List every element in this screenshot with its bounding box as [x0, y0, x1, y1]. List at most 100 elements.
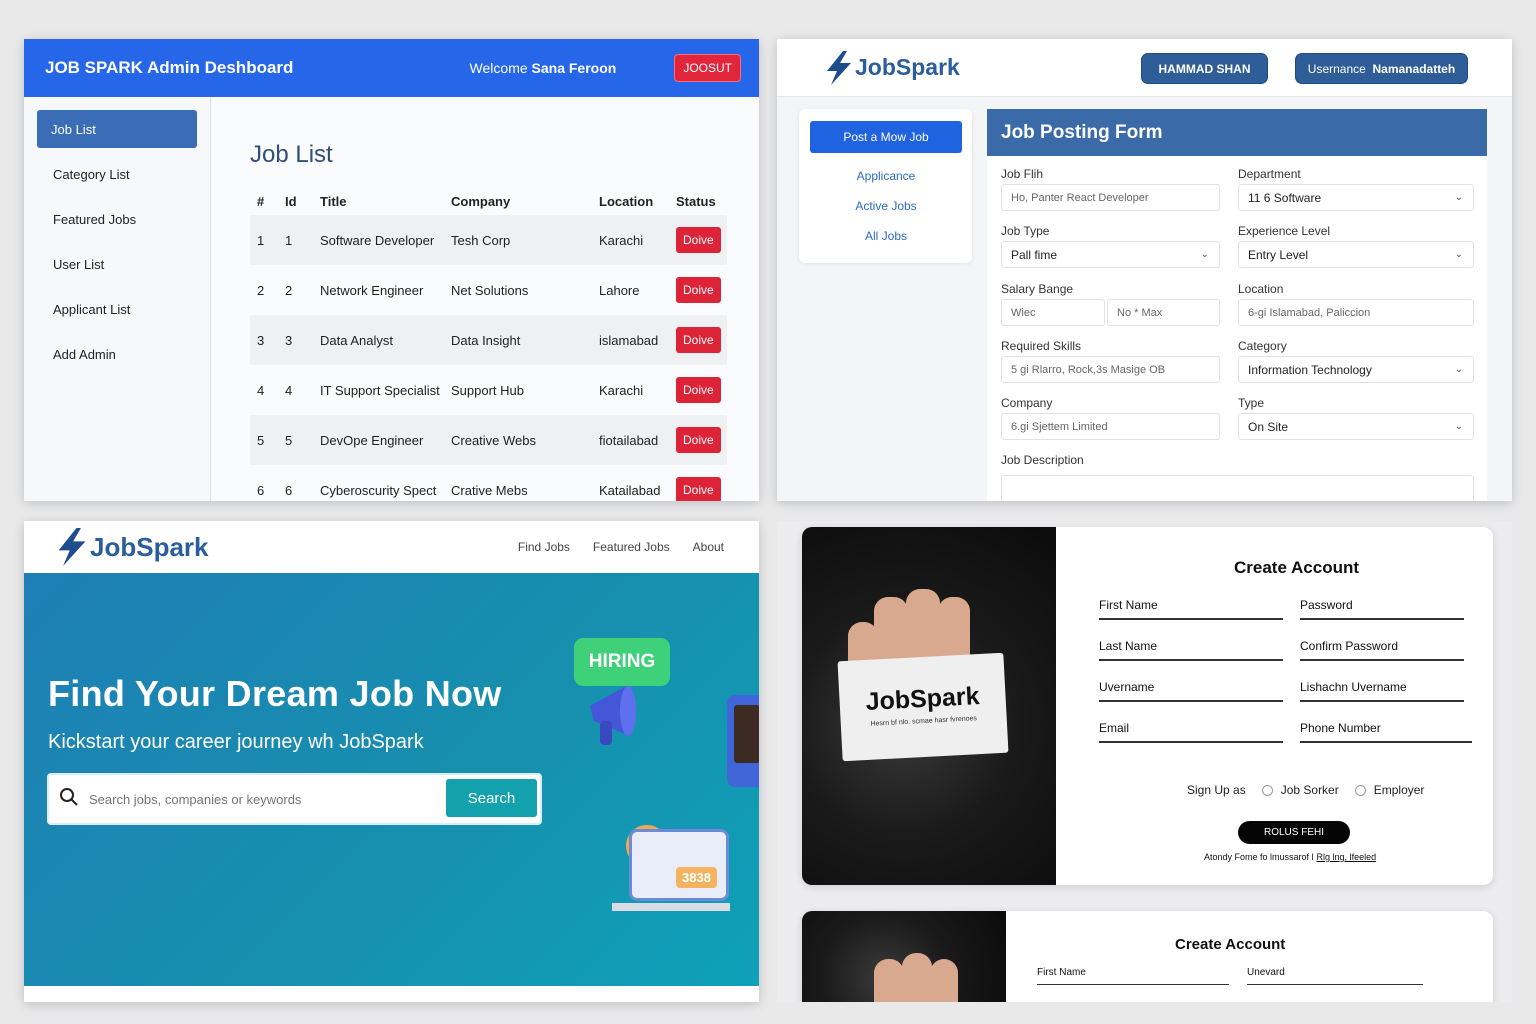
delete-button[interactable]: Doive — [676, 477, 721, 501]
linkedin-username-field[interactable]: Lishachn Uvername — [1300, 680, 1464, 702]
password-field[interactable]: Password — [1300, 598, 1464, 620]
email-field[interactable]: Email — [1099, 721, 1283, 743]
company-input[interactable]: 6.gi Sjettem Limited — [1001, 413, 1220, 440]
laptop-base — [612, 903, 730, 911]
row-number: 4 — [257, 382, 265, 398]
salary-max-input[interactable]: No * Max — [1107, 299, 1220, 326]
job-seeker-label[interactable]: Job Sorker — [1281, 783, 1339, 797]
jobspark-logo[interactable]: JobSpark — [823, 50, 960, 85]
row-location: Karachi — [599, 382, 644, 398]
row-title: DevOpe Engineer — [313, 415, 444, 465]
search-input[interactable] — [89, 791, 439, 807]
megaphone-icon — [590, 686, 636, 745]
field-label: Salary Bange — [1001, 282, 1074, 296]
bolt-icon — [827, 50, 851, 85]
sidebar-link-all-jobs[interactable]: All Jobs — [810, 226, 962, 256]
table-header-row: # Id Title Company Location Status — [250, 187, 727, 215]
logo-text: JobSpark — [90, 531, 209, 562]
logout-button[interactable]: JOOSUT — [674, 54, 741, 82]
first-name-field[interactable]: First Name — [1099, 598, 1283, 620]
nav-find-jobs[interactable]: Find Jobs — [518, 540, 570, 554]
username-button[interactable]: Usernance Namanadatteh — [1295, 53, 1468, 84]
register-button[interactable]: ROLUS FEHI — [1238, 821, 1350, 844]
salary-min-input[interactable]: Wiec — [1001, 299, 1105, 326]
delete-button[interactable]: Doive — [676, 427, 721, 453]
sidebar-link-active-jobs[interactable]: Active Jobs — [810, 196, 962, 226]
landing-nav: JobSpark Find Jobs Featured Jobs About — [24, 521, 759, 573]
job-type-select[interactable]: Pall fime ⌄ — [1001, 241, 1220, 268]
login-link[interactable]: Rlg lng, lfeeled — [1317, 852, 1377, 862]
row-location: Karachi — [592, 215, 669, 265]
sidebar-link-applicants[interactable]: Applicance — [810, 166, 962, 196]
login-prefix: Atondy Fome fo lmussarof l — [1204, 852, 1314, 862]
jobspark-logo[interactable]: JobSpark — [54, 528, 209, 566]
search-button[interactable]: Search — [446, 779, 537, 817]
company-field: Company 6.gi Sjettem Limited — [1001, 396, 1220, 440]
signup-card: JobSpark Hesrn bf nlo. scmae hasr fvreno… — [802, 527, 1493, 885]
row-id: 2 — [285, 282, 293, 298]
admin-header: JOB SPARK Admin Deshboard Welcome Sana F… — [24, 39, 759, 97]
finger-shape — [930, 959, 958, 1002]
sidebar-item-featured-jobs[interactable]: Featured Jobs — [37, 200, 197, 238]
col-header-number: # — [257, 193, 265, 209]
row-company: Creative Webs — [444, 415, 592, 465]
username-field[interactable]: Uvername — [1099, 680, 1283, 702]
field-label: Experience Level — [1238, 224, 1331, 238]
category-select[interactable]: Information Technology ⌄ — [1238, 356, 1474, 383]
sidebar-item-job-list[interactable]: Job List — [37, 110, 197, 148]
admin-sidebar: Job List Category List Featured Jobs Use… — [24, 97, 211, 501]
description-textarea[interactable] — [1001, 475, 1474, 501]
field-label: Type — [1238, 396, 1265, 410]
department-select[interactable]: 11 6 Software ⌄ — [1238, 184, 1474, 211]
username-value: Namanadatteh — [1372, 61, 1456, 76]
hero-section: Find Your Dream Job Now Kickstart your c… — [24, 573, 759, 986]
col-header-status: Status — [676, 193, 716, 209]
job-posting-form: Job Posting Form Job Flih Ho, Panter Rea… — [987, 109, 1487, 501]
signup-panel: JobSpark Hesrn bf nlo. scmae hasr fvreno… — [777, 521, 1512, 1002]
last-name-field[interactable]: Last Name — [1099, 639, 1283, 661]
sidebar-item-add-admin[interactable]: Add Admin — [37, 335, 197, 373]
row-number: 1 — [250, 215, 278, 265]
work-type-select[interactable]: On Site ⌄ — [1238, 413, 1474, 440]
chevron-down-icon: ⌄ — [1454, 364, 1463, 375]
row-company: Crative Mebs — [451, 482, 528, 498]
location-input[interactable]: 6-gi Islamabad, Paliccion — [1238, 299, 1474, 326]
skills-input[interactable]: 5 gi Rlarro, Rock,3s Masige OB — [1001, 356, 1220, 383]
row-number: 6 — [257, 482, 265, 498]
select-value: Entry Level — [1248, 247, 1309, 262]
sidebar-item-user-list[interactable]: User List — [37, 245, 197, 283]
page-title: Job List — [250, 141, 333, 168]
job-title-input[interactable]: Ho, Panter React Developer — [1001, 184, 1220, 211]
sidebar-item-category-list[interactable]: Category List — [37, 155, 197, 193]
row-id: 6 — [285, 482, 293, 498]
field-label: Required Skills — [1001, 339, 1082, 353]
delete-button[interactable]: Doive — [676, 277, 721, 303]
row-status: Doive — [669, 415, 727, 465]
nav-featured-jobs[interactable]: Featured Jobs — [593, 540, 670, 554]
confirm-password-field[interactable]: Confirm Password — [1300, 639, 1464, 661]
welcome-prefix: Welcome — [469, 60, 528, 76]
nav-about[interactable]: About — [693, 540, 724, 554]
employer-label[interactable]: Employer — [1374, 783, 1425, 797]
logo-text: JobSpark — [855, 54, 960, 80]
admin-user-name: Sana Feroon — [531, 60, 617, 76]
col-header-title: Title — [320, 193, 347, 209]
first-name-field[interactable]: First Name — [1037, 967, 1229, 985]
delete-button[interactable]: Doive — [676, 227, 721, 253]
delete-button[interactable]: Doive — [676, 377, 721, 403]
row-id: 3 — [278, 315, 313, 365]
row-number: 3 — [250, 315, 278, 365]
delete-button[interactable]: Doive — [676, 327, 721, 353]
phone-number-field[interactable]: Phone Number — [1300, 721, 1472, 743]
sidebar-item-applicant-list[interactable]: Applicant List — [37, 290, 197, 328]
col-header-id: Id — [285, 193, 297, 209]
job-seeker-radio[interactable] — [1261, 784, 1273, 796]
employer-radio[interactable] — [1354, 784, 1366, 796]
skills-field: Required Skills 5 gi Rlarro, Rock,3s Mas… — [1001, 339, 1220, 383]
username-field[interactable]: Unevard — [1247, 967, 1423, 985]
field-label: Category — [1238, 339, 1287, 353]
experience-select[interactable]: Entry Level ⌄ — [1238, 241, 1474, 268]
post-new-job-button[interactable]: Post a Mow Job — [810, 121, 962, 153]
user-name-button[interactable]: HAMMAD SHAN — [1141, 53, 1268, 84]
admin-main: Job List # Id Title Company Location Sta… — [212, 97, 759, 501]
